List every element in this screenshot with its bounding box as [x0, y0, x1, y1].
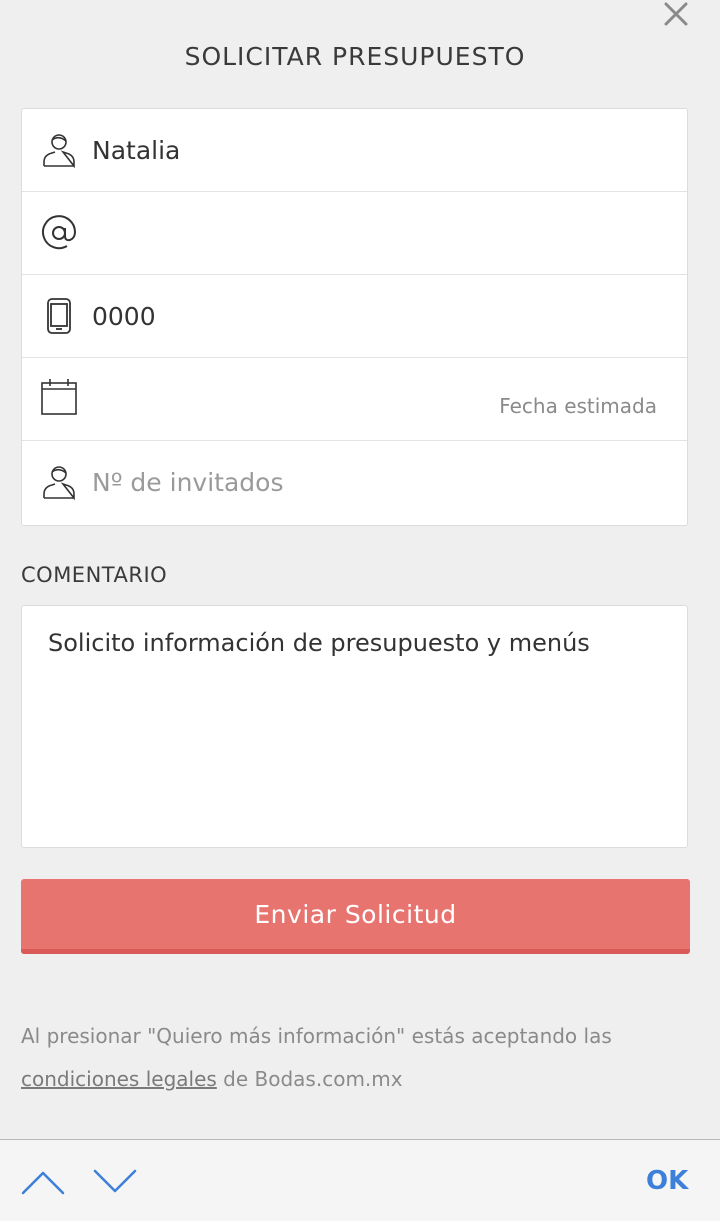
legal-prefix: Al presionar "Quiero más información" es…	[21, 1024, 612, 1048]
chevron-up-icon	[20, 1164, 66, 1198]
legal-notice: Al presionar "Quiero más información" es…	[21, 1015, 701, 1101]
name-input[interactable]	[92, 129, 667, 171]
calendar-icon	[40, 378, 78, 416]
page-title: SOLICITAR PRESUPUESTO	[184, 42, 526, 71]
person-icon	[40, 131, 78, 169]
email-field-row	[22, 192, 687, 275]
submit-button[interactable]: Enviar Solicitud	[21, 879, 690, 954]
date-placeholder: Fecha estimada	[499, 394, 657, 418]
previous-field-button[interactable]	[20, 1164, 66, 1198]
close-icon	[663, 1, 689, 31]
legal-conditions-link[interactable]: condiciones legales	[21, 1067, 217, 1091]
at-sign-icon	[40, 214, 78, 252]
keyboard-toolbar: OK	[0, 1139, 720, 1221]
contact-form: Fecha estimada	[21, 108, 688, 526]
date-field-row[interactable]: Fecha estimada	[22, 358, 687, 441]
guests-input[interactable]	[92, 461, 667, 503]
mobile-phone-icon	[40, 297, 78, 335]
phone-input[interactable]	[92, 295, 667, 337]
close-button[interactable]	[658, 0, 694, 32]
name-field-row	[22, 109, 687, 192]
person-icon	[40, 463, 78, 501]
legal-suffix: de Bodas.com.mx	[216, 1067, 403, 1091]
comment-textarea[interactable]: Solicito información de presupuesto y me…	[21, 605, 688, 848]
email-input[interactable]	[92, 212, 667, 254]
next-field-button[interactable]	[92, 1164, 138, 1198]
guests-field-row	[22, 441, 687, 524]
phone-field-row	[22, 275, 687, 358]
comment-label: COMENTARIO	[21, 563, 168, 587]
ok-button[interactable]: OK	[646, 1166, 688, 1196]
chevron-down-icon	[92, 1164, 138, 1198]
